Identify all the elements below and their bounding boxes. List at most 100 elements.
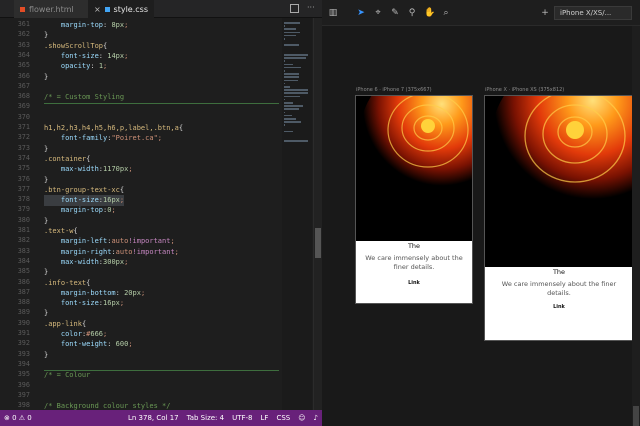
minimap-line (284, 79, 298, 82)
device-preview-pane: ▥ ➤ ⌖ ✎ ⚲ ✋ ⌕ + iPhone X/XS/... iPhone 6… (322, 0, 640, 426)
preview-scrollbar[interactable] (632, 26, 640, 426)
code-line[interactable]: } (44, 175, 48, 186)
tab-size[interactable]: Tab Size: 4 (183, 414, 228, 422)
device-frame-2: iPhone X · iPhone XS (375x812) The We ca… (484, 87, 634, 341)
code-line[interactable]: h1,h2,h3,h4,h5,h6,p,label,.btn,a{ (44, 123, 183, 134)
line-number: 371 (17, 123, 30, 131)
code-line[interactable]: .container{ (44, 154, 90, 165)
minimap-line (284, 102, 293, 104)
code-line[interactable]: .info-text{ (44, 278, 90, 289)
code-line[interactable]: font-size:16px; (44, 298, 124, 309)
code-line[interactable]: .text-w{ (44, 226, 78, 237)
code-line[interactable]: } (44, 308, 48, 319)
code-line[interactable]: margin-top: 8px; (44, 20, 128, 31)
code-line[interactable]: .btn-group-text-xc{ (44, 185, 124, 196)
line-number: 379 (17, 205, 30, 214)
dropper-icon[interactable]: ⚲ (407, 8, 417, 18)
code-line[interactable]: font-weight: 600; (44, 339, 133, 350)
encoding[interactable]: UTF-8 (228, 414, 256, 422)
line-number: 377 (17, 184, 30, 193)
css-file-icon (104, 6, 110, 12)
code-line[interactable]: } (44, 350, 48, 361)
pen-icon[interactable]: ✎ (390, 8, 400, 18)
code-lines[interactable]: margin-top: 8px;} .showScrollTop{ font-si… (44, 18, 279, 410)
split-editor-icon[interactable] (290, 4, 299, 13)
scrollbar-thumb[interactable] (633, 406, 639, 426)
editor-scrollbar[interactable] (313, 18, 322, 410)
minimap-line (284, 124, 285, 126)
app-link[interactable]: Link (485, 304, 633, 310)
minimap-line (284, 130, 293, 133)
minimap-line (284, 63, 293, 66)
scrollbar-thumb[interactable] (315, 228, 321, 258)
code-line[interactable]: opacity: 1; (44, 61, 107, 72)
minimap-line (284, 118, 296, 120)
cursor-position[interactable]: Ln 378, Col 17 (124, 414, 183, 422)
tab-style-css[interactable]: × style.css (88, 0, 154, 18)
hand-icon[interactable]: ✋ (424, 8, 435, 18)
frame-text: We care immensely about the finer detail… (501, 280, 617, 297)
zoom-icon[interactable]: ⌕ (441, 8, 451, 18)
code-line[interactable]: /* = Custom Styling (44, 92, 124, 103)
code-line[interactable]: max-width:1170px; (44, 164, 133, 175)
code-line[interactable]: } (44, 72, 48, 83)
code-line[interactable]: /* Background colour styles */ (44, 401, 170, 410)
code-line[interactable]: color:#666; (44, 329, 107, 340)
code-line[interactable]: margin-top:0; (44, 205, 116, 216)
smiley-icon[interactable]: ☺ (294, 414, 309, 422)
minimap-line (284, 31, 300, 34)
code-line[interactable]: margin-bottom: 20px; (44, 288, 145, 299)
pointer-icon[interactable]: ➤ (356, 8, 366, 18)
line-number: 388 (17, 298, 30, 307)
bell-icon[interactable]: ♪ (310, 414, 322, 422)
code-editor[interactable]: flower.html × style.css ··· 361 362 363 364… (0, 0, 322, 410)
code-line[interactable]: /* = Colour (44, 370, 90, 381)
add-icon[interactable]: + (540, 8, 550, 18)
line-number: 397 (17, 390, 30, 399)
code-line[interactable]: margin-right:auto!important; (44, 247, 179, 258)
code-line[interactable]: font-family:"Poiret.ca"; (44, 133, 162, 144)
line-number: 368 (17, 92, 30, 101)
frame-caption: iPhone 6 · iPhone 7 (375x667) (356, 87, 432, 93)
minimap-line (284, 70, 285, 72)
editor-tab-bar: flower.html × style.css ··· (0, 0, 322, 18)
code-line[interactable]: font-size: 14px; (44, 51, 128, 62)
minimap-line (284, 34, 296, 37)
app-link[interactable]: Link (356, 280, 472, 286)
tab-flower-html[interactable]: flower.html (14, 0, 88, 18)
line-number: 395 (17, 370, 30, 379)
crosshair-icon[interactable]: ⌖ (373, 8, 383, 18)
line-number: 382 (17, 236, 30, 245)
minimap-line (284, 86, 291, 88)
code-line[interactable]: max-width:300px; (44, 257, 128, 268)
code-line[interactable]: .showScrollTop{ (44, 41, 107, 52)
device-select[interactable]: iPhone X/XS/... (554, 6, 632, 20)
line-number: 370 (17, 112, 30, 121)
frame-caption: iPhone X · iPhone XS (375x812) (485, 87, 565, 93)
code-line[interactable]: } (44, 30, 48, 41)
line-number: 384 (17, 256, 30, 265)
code-line[interactable]: margin-left:auto!important; (44, 236, 175, 247)
minimap[interactable] (282, 18, 312, 410)
code-line[interactable]: } (44, 144, 48, 155)
language-mode[interactable]: CSS (272, 414, 294, 422)
code-line[interactable]: .app-link{ (44, 319, 86, 330)
code-line[interactable]: } (44, 267, 48, 278)
section-divider (44, 103, 279, 104)
line-number: 385 (17, 267, 30, 276)
code-line[interactable]: font-size:16px; (44, 195, 125, 206)
section-divider (44, 370, 279, 371)
line-ending[interactable]: LF (257, 414, 273, 422)
flower-image (485, 96, 633, 267)
line-number: 361 (17, 20, 30, 28)
line-number: 364 (17, 50, 30, 59)
more-icon[interactable]: ··· (307, 4, 316, 13)
line-number: 380 (17, 215, 30, 224)
sidebar-toggle-icon[interactable]: ▥ (328, 8, 338, 18)
close-icon[interactable]: × (94, 5, 101, 14)
line-number: 362 (17, 30, 30, 39)
errors-indicator[interactable]: ⊗ 0 ⚠ 0 (0, 414, 36, 422)
code-line[interactable]: } (44, 216, 48, 227)
device-frame-1: iPhone 6 · iPhone 7 (375x667) The We car… (355, 87, 473, 304)
minimap-line (284, 105, 304, 107)
